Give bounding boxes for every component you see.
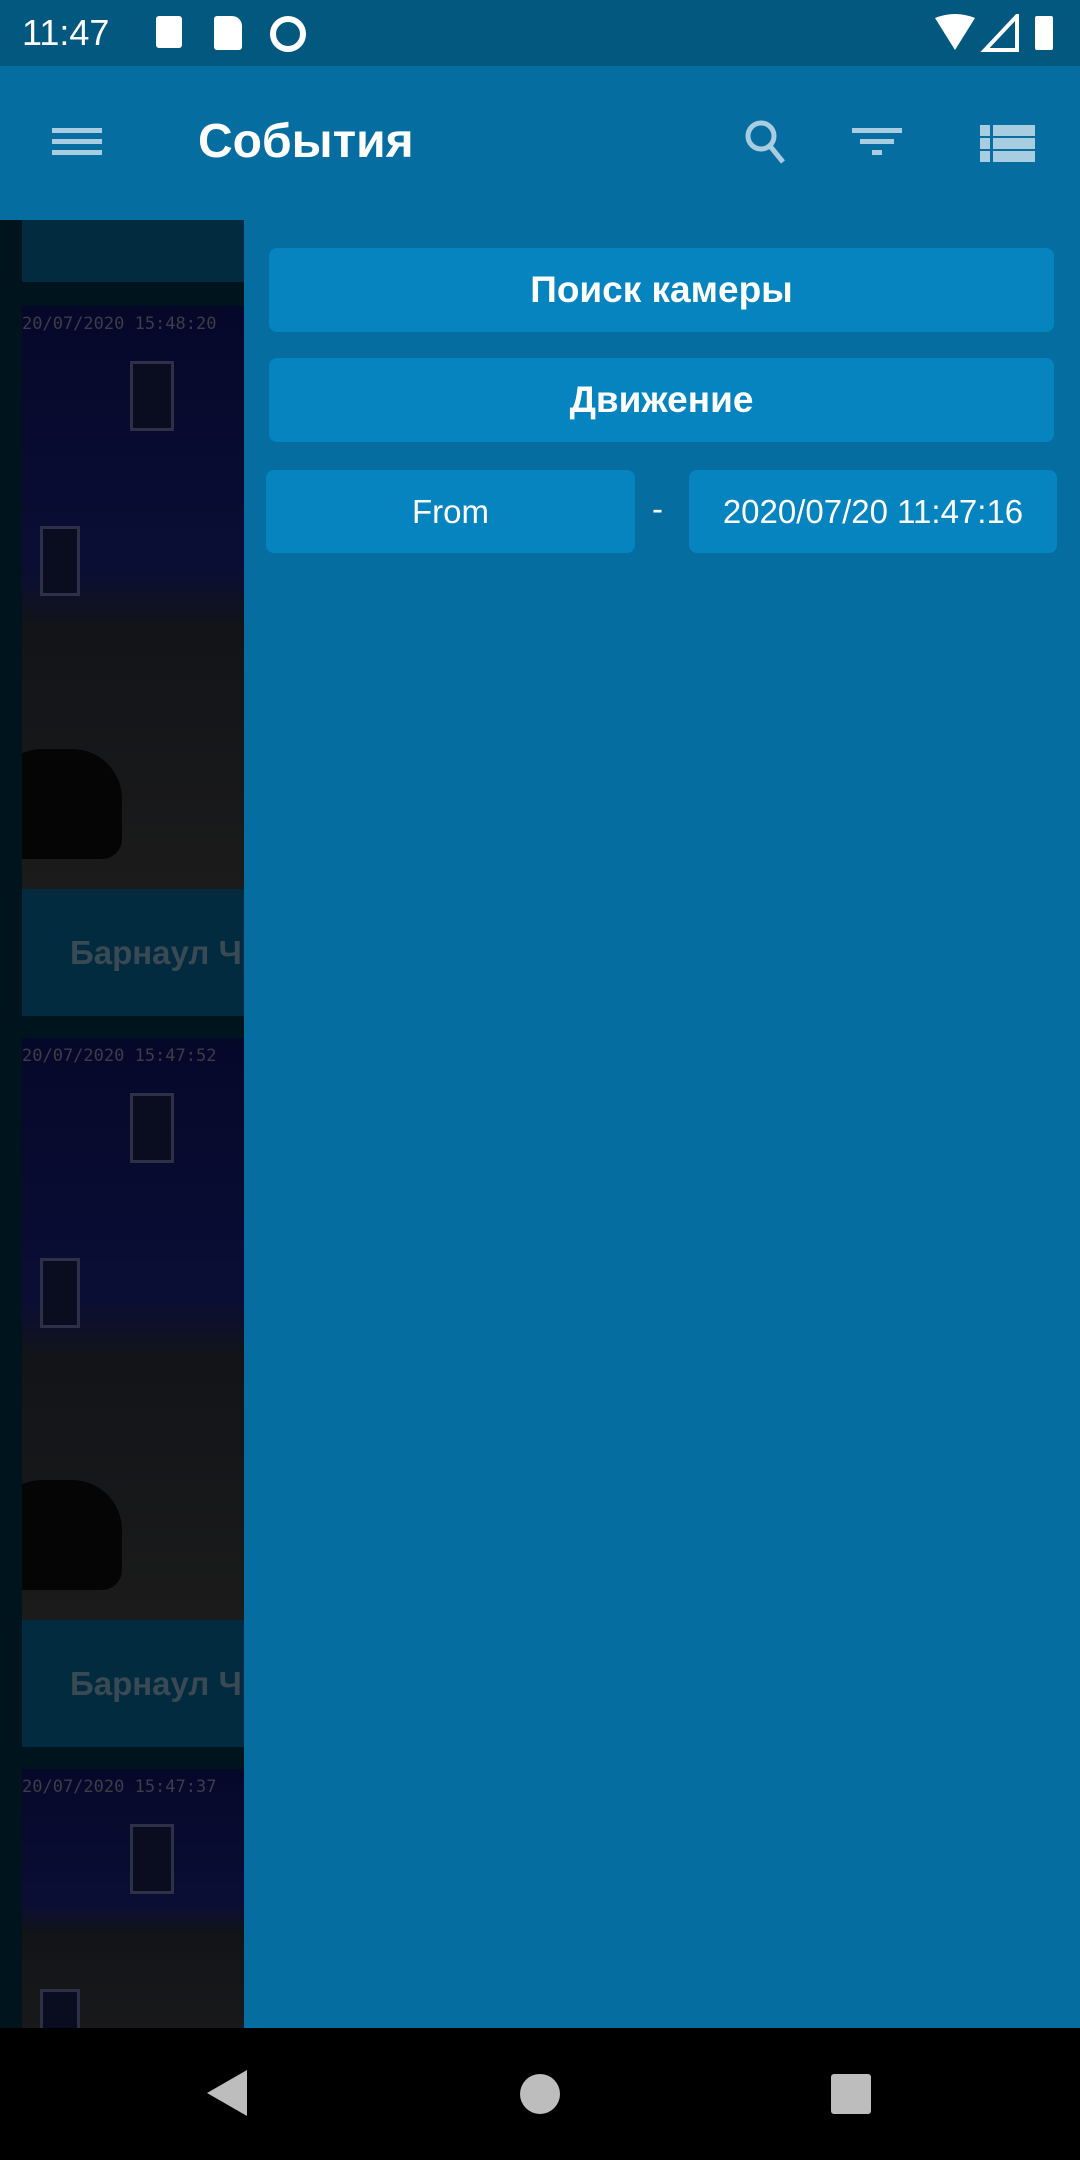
page-title: События (198, 115, 414, 168)
event-thumbnail[interactable]: 20/07/2020 15:47:52 (22, 1038, 244, 1620)
list-view-icon[interactable] (972, 106, 1042, 176)
event-label-partial[interactable] (22, 220, 244, 282)
search-icon[interactable] (731, 106, 801, 176)
recents-icon[interactable] (829, 2072, 873, 2116)
event-thumbnail[interactable]: 20/07/2020 15:47:37 (22, 1769, 244, 2028)
filter-icon[interactable] (842, 106, 912, 176)
event-thumbnail[interactable]: 20/07/2020 15:48:20 (22, 306, 244, 889)
date-range-separator: - (652, 490, 663, 527)
status-bar: 11:47 (0, 0, 1080, 66)
event-timestamp: 20/07/2020 15:47:52 (22, 1046, 217, 1066)
vpn-q-icon (270, 16, 306, 52)
event-timestamp: 20/07/2020 15:48:20 (22, 314, 217, 334)
back-icon[interactable] (205, 2068, 249, 2118)
camera-search-button[interactable]: Поиск камеры (269, 248, 1054, 332)
from-date-button[interactable]: From (266, 470, 635, 553)
home-icon[interactable] (518, 2072, 562, 2116)
wifi-icon (935, 14, 1053, 52)
sd-card-icon (214, 16, 242, 50)
event-camera-name: Барнаул Ч (70, 934, 242, 971)
menu-icon[interactable] (42, 106, 112, 176)
event-timestamp: 20/07/2020 15:47:37 (22, 1777, 217, 1797)
app-bar: События (0, 66, 1080, 220)
status-time: 11:47 (22, 12, 110, 53)
event-camera-name: Барнаул Ч (70, 1665, 242, 1702)
event-label[interactable]: Барнаул Ч (22, 1620, 244, 1747)
event-label[interactable]: Барнаул Ч (22, 889, 244, 1016)
navigation-bar (0, 2028, 1080, 2160)
to-date-button[interactable]: 2020/07/20 11:47:16 (689, 470, 1057, 553)
event-list: 20/07/2020 15:48:20 Барнаул Ч 20/07/2020… (0, 220, 244, 2028)
accessibility-a-icon (156, 16, 182, 48)
event-type-button[interactable]: Движение (269, 358, 1054, 442)
